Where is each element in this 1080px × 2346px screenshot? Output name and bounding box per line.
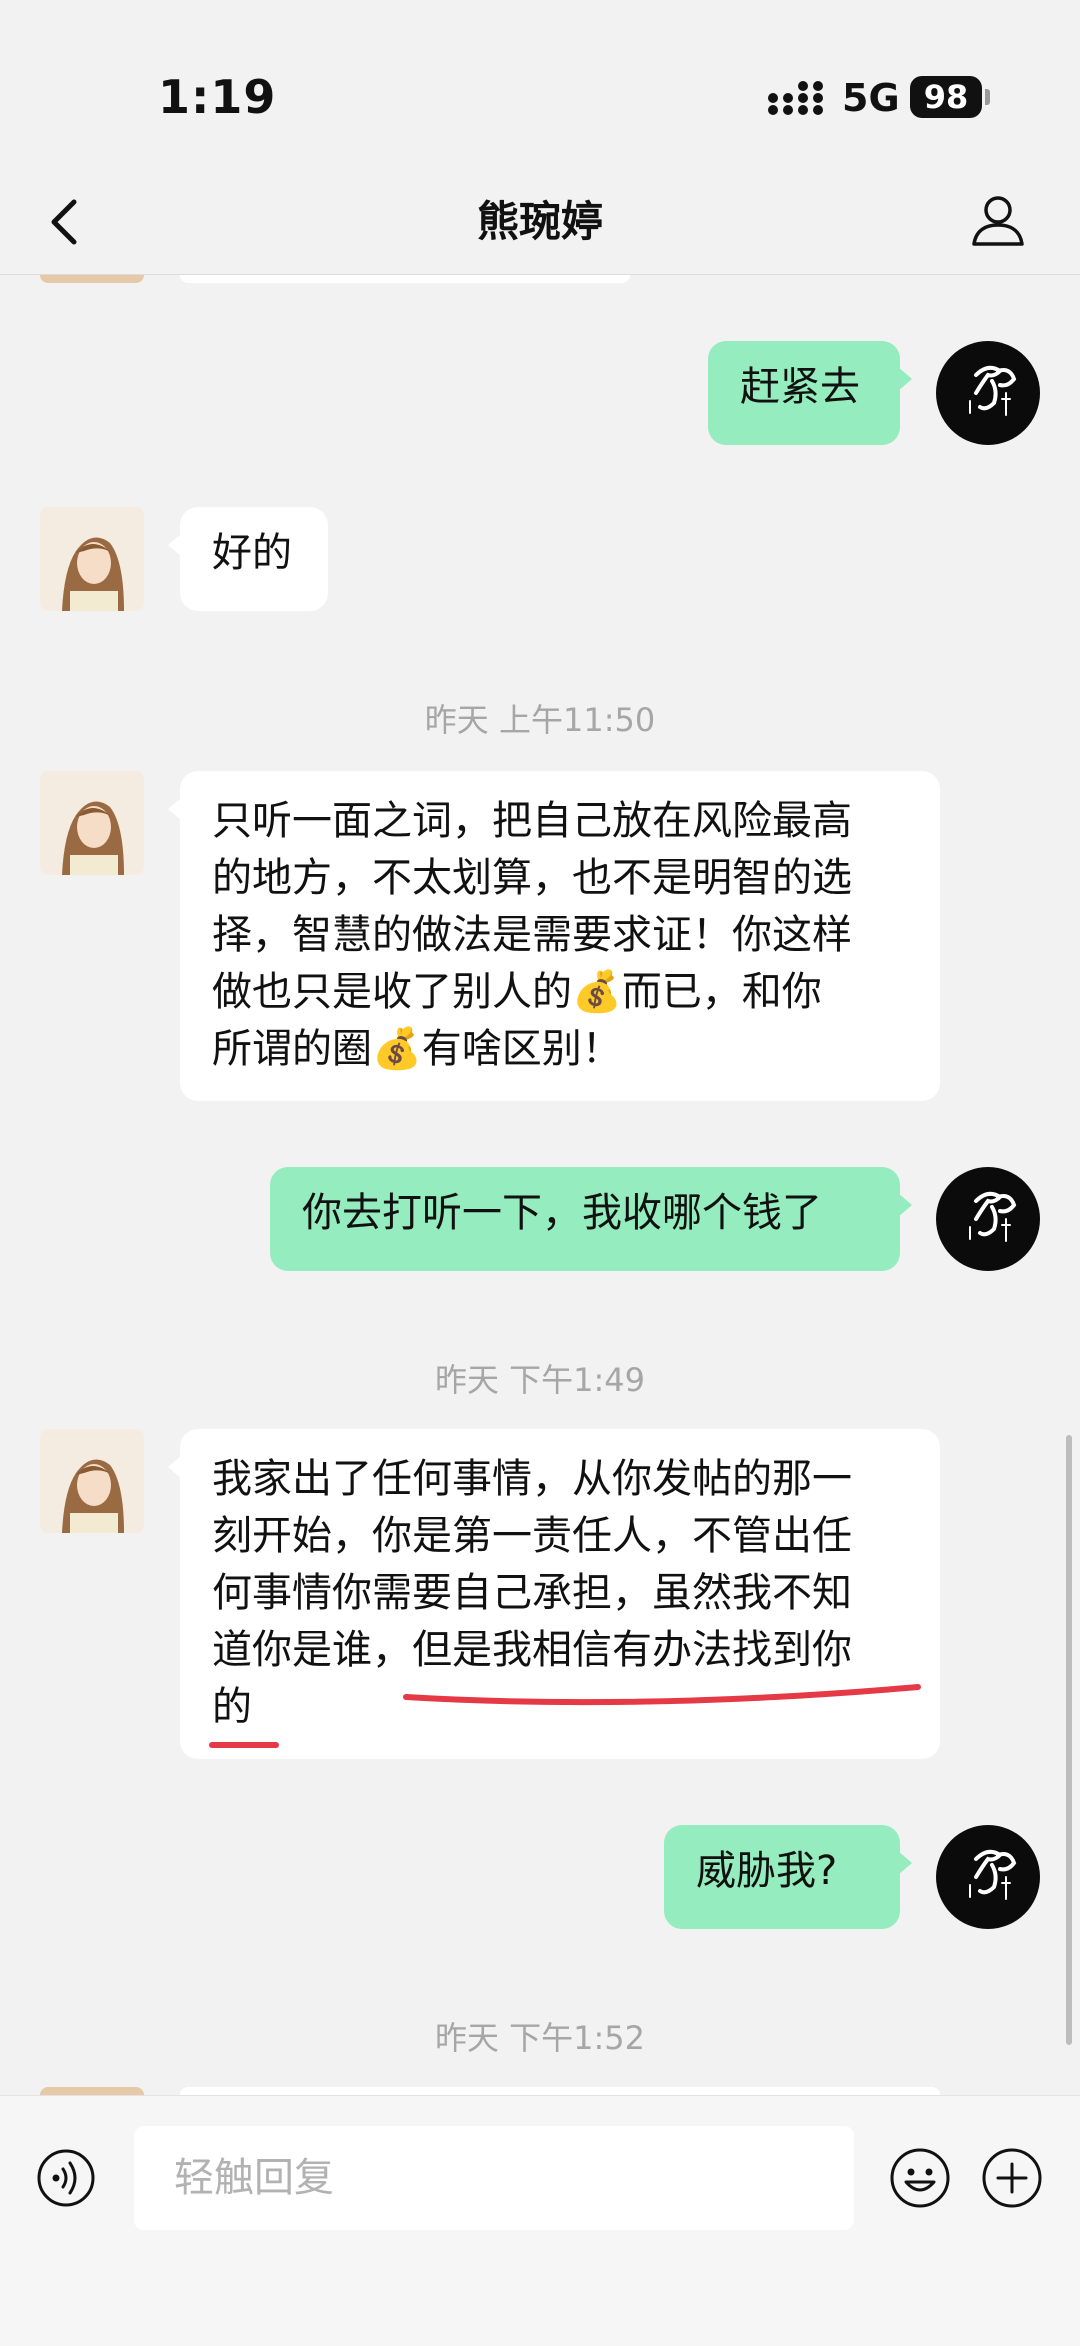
- input-bar: [0, 2095, 1080, 2346]
- chat-header: 熊琬婷: [0, 170, 1080, 275]
- calligraphy-logo-icon: [969, 1849, 1017, 1900]
- status-time: 1:19: [158, 70, 277, 124]
- message-text: 威胁我?: [696, 1848, 838, 1894]
- battery-tip: [985, 89, 990, 105]
- network-type: 5G: [842, 76, 900, 120]
- message-list[interactable]: 赶紧去 好的 昨天 上午11:50 只听一面之词，把自己放在风险最高 的地方，不…: [0, 275, 1080, 2095]
- my-avatar[interactable]: [936, 1825, 1040, 1929]
- reply-input[interactable]: [134, 2126, 854, 2230]
- scrollbar[interactable]: [1066, 1435, 1072, 2045]
- avatar-partial: [40, 2087, 144, 2095]
- red-annotation-underline: [209, 1684, 921, 1748]
- bubble-partial: [180, 2087, 940, 2095]
- user-icon[interactable]: [966, 188, 1030, 252]
- smile-icon[interactable]: [888, 2146, 952, 2210]
- message-bubble-outgoing[interactable]: 威胁我?: [664, 1825, 912, 1929]
- plus-icon[interactable]: [980, 2146, 1044, 2210]
- signal-icon: [768, 81, 823, 115]
- chat-title: 熊琬婷: [476, 197, 603, 246]
- status-bar: 1:19 5G 98: [0, 0, 1080, 170]
- battery-level: 98: [910, 76, 982, 118]
- message-timestamp: 昨天 下午1:52: [434, 2019, 646, 2057]
- voice-icon[interactable]: [36, 2148, 96, 2208]
